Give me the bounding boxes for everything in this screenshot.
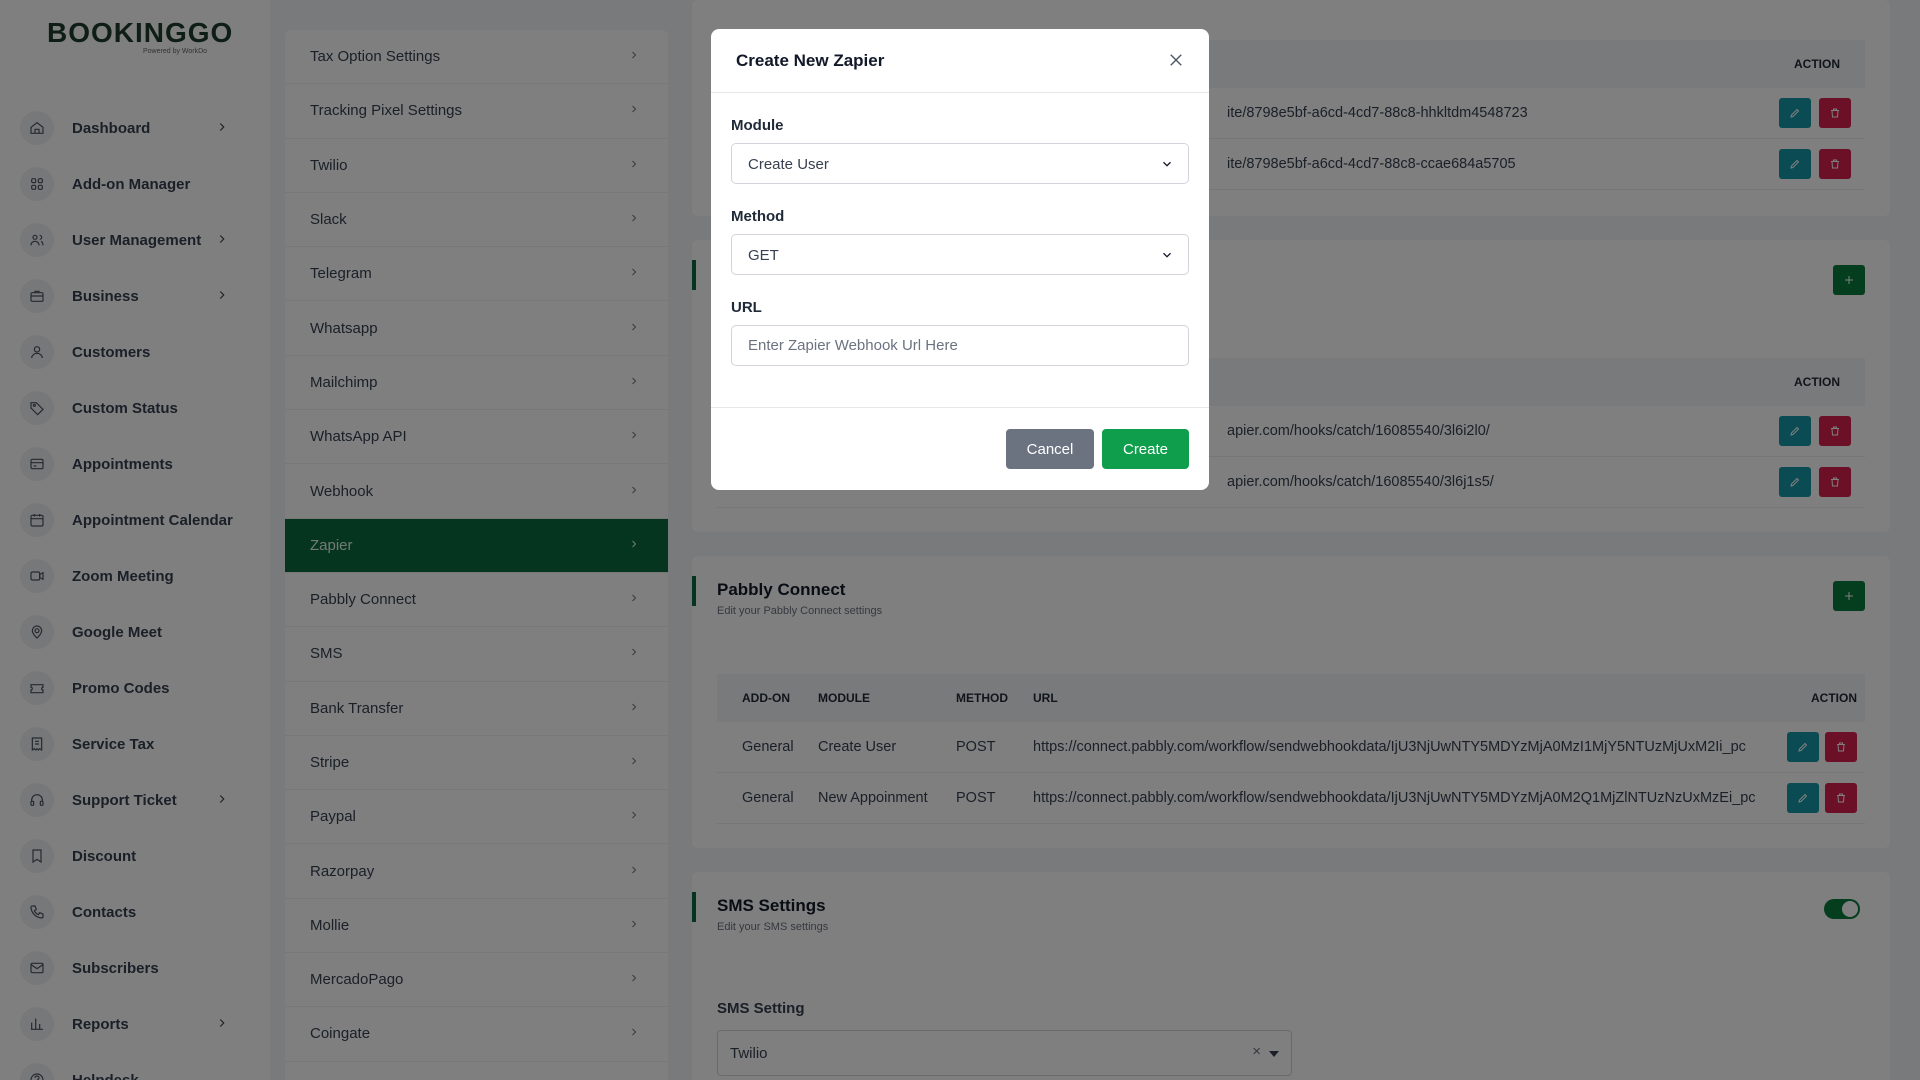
method-select[interactable]: GET: [731, 234, 1189, 275]
method-label: Method: [731, 208, 785, 225]
module-select-value: Create User: [748, 156, 829, 173]
create-button[interactable]: Create: [1102, 429, 1189, 469]
cancel-button[interactable]: Cancel: [1006, 429, 1094, 469]
method-select-value: GET: [748, 247, 779, 264]
modal-footer-divider: [711, 407, 1209, 408]
chevron-down-icon: [1160, 157, 1174, 171]
create-zapier-modal: Create New Zapier Module Create User Met…: [711, 29, 1209, 490]
url-input[interactable]: [731, 325, 1189, 366]
modal-header: Create New Zapier: [711, 29, 1209, 93]
close-icon: [1170, 54, 1182, 66]
module-select[interactable]: Create User: [731, 143, 1189, 184]
modal-title: Create New Zapier: [736, 51, 885, 70]
chevron-down-icon: [1160, 248, 1174, 262]
url-label: URL: [731, 299, 762, 316]
module-label: Module: [731, 117, 784, 134]
close-button[interactable]: [1167, 51, 1187, 71]
